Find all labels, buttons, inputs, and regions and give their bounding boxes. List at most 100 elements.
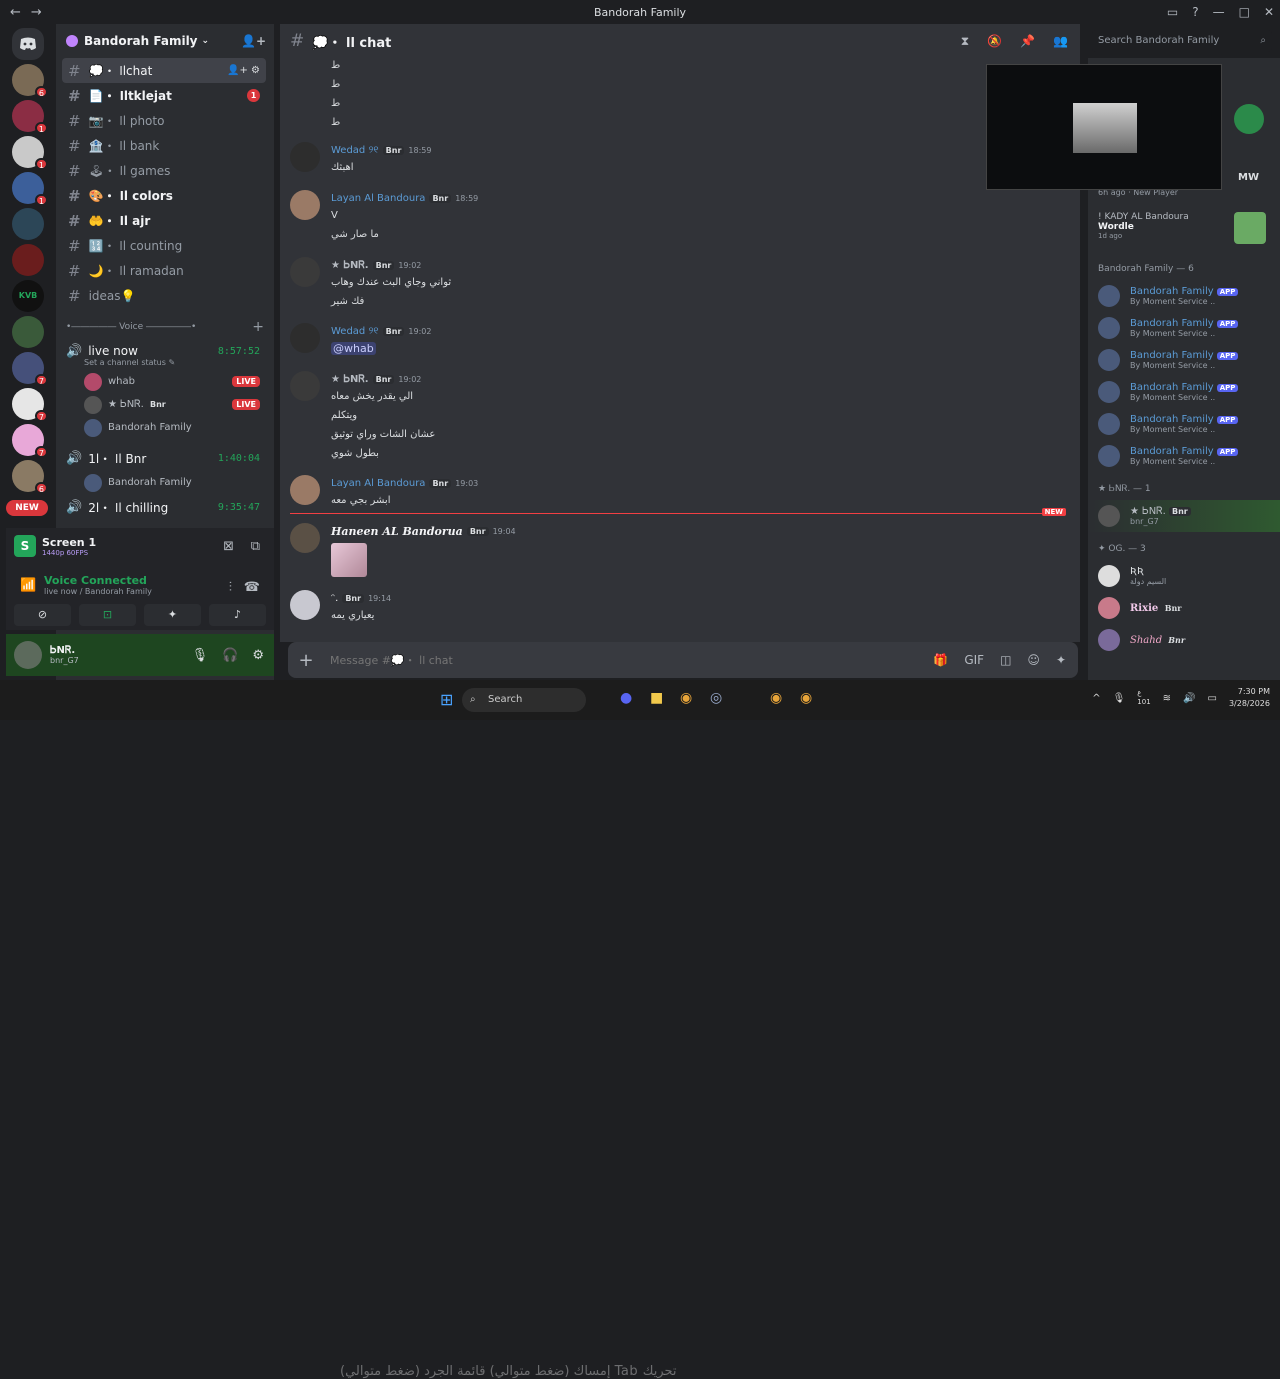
wifi-icon[interactable]: ≋ — [1163, 693, 1171, 704]
stream-pip-preview[interactable] — [986, 64, 1222, 190]
avatar[interactable] — [14, 641, 42, 669]
member-item[interactable]: Rixie Bnr — [1088, 592, 1280, 624]
member-item[interactable]: Bandorah Family APP By Moment Service .. — [1088, 376, 1280, 408]
noise-suppression-icon[interactable]: ⫶ — [229, 580, 232, 595]
taskbar-search[interactable]: ⌕ Search — [462, 688, 586, 712]
popout-icon[interactable]: ⧉ — [251, 539, 260, 554]
headphones-icon[interactable]: 🎧 — [222, 648, 238, 663]
server-header[interactable]: Bandorah Family ⌄ 👤+ — [56, 24, 274, 58]
server-icon[interactable]: 6 — [12, 64, 48, 98]
server-icon[interactable]: 1 — [12, 136, 48, 170]
avatar[interactable] — [290, 475, 320, 505]
gift-icon[interactable]: 🎁 — [933, 653, 948, 667]
member-item[interactable]: Bandorah Family APP By Moment Service .. — [1088, 312, 1280, 344]
server-icon[interactable]: KVB — [12, 280, 44, 312]
member-list-icon[interactable]: 👥 — [1053, 34, 1068, 49]
member-item[interactable]: Bandorah Family APP By Moment Service .. — [1088, 344, 1280, 376]
clock[interactable]: 7:30 PM 3/28/2026 — [1229, 686, 1270, 710]
attach-plus-icon[interactable]: + — [288, 650, 324, 671]
back-arrow-icon[interactable]: ← — [10, 5, 21, 20]
avatar[interactable] — [290, 142, 320, 172]
channel-ramadan[interactable]: # 🌙・ اl ramadan — [62, 258, 266, 283]
member-item[interactable]: ƦƦ السيم دولة — [1088, 560, 1280, 592]
forward-arrow-icon[interactable]: → — [31, 5, 42, 20]
image-attachment[interactable] — [331, 543, 367, 577]
server-icon[interactable] — [12, 208, 44, 240]
notifications-icon[interactable]: 🔕 — [987, 34, 1002, 49]
avatar[interactable] — [290, 590, 320, 620]
windows-start-icon[interactable]: ⊞ — [440, 690, 453, 709]
voice-user[interactable]: whab LIVE — [84, 370, 274, 393]
server-icon[interactable]: 1 — [12, 100, 48, 134]
threads-icon[interactable]: ⧗ — [961, 34, 969, 49]
voice-channel-bnr[interactable]: 🔊 1l・ اl Bnr 1:40:04 — [62, 445, 266, 471]
channel-counting[interactable]: # 🔢・ اl counting — [62, 233, 266, 258]
microphone-icon[interactable]: 🎙 — [192, 648, 209, 663]
avatar[interactable] — [290, 257, 320, 287]
channel-photo[interactable]: # 📷・ اl photo — [62, 108, 266, 133]
channel-settings-icon[interactable]: 👤+ ⚙ — [227, 65, 260, 76]
server-icon[interactable]: 7 — [12, 352, 48, 386]
member-item[interactable]: Bandorah Family APP By Moment Service .. — [1088, 408, 1280, 440]
chrome-icon[interactable]: ◉ — [770, 690, 782, 706]
message-input[interactable] — [330, 653, 890, 667]
voice-user[interactable]: ★ ᏏNᏒ. Bnr LIVE — [84, 393, 274, 416]
channel-ajr[interactable]: # 🤲・ اl ajr — [62, 208, 266, 233]
activity-card[interactable]: ! KADY AL Bandoura Wordle 1d ago — [1088, 212, 1280, 252]
share-screen-button[interactable]: ⊡ — [79, 604, 136, 626]
soundboard-button[interactable]: ♪ — [209, 604, 266, 626]
volume-icon[interactable]: 🔊 — [1183, 693, 1195, 704]
channel-tklejat[interactable]: # 📄・ اltklejat 1 — [62, 83, 266, 108]
discord-home-button[interactable] — [12, 28, 44, 60]
app-logo-icon[interactable]: MW — [1238, 172, 1259, 183]
voice-user[interactable]: Bandorah Family — [84, 471, 274, 494]
member-item[interactable]: ★ ᏏNᏒ. Bnr bnr_G7 — [1088, 500, 1280, 532]
microphone-icon[interactable]: 🎙 — [1113, 693, 1126, 704]
emoji-icon[interactable]: ☺ — [1027, 653, 1040, 667]
channel-ideas[interactable]: # ideas💡 — [62, 283, 266, 308]
chrome-icon[interactable]: ◉ — [800, 690, 812, 706]
avatar[interactable] — [290, 323, 320, 353]
stop-stream-icon[interactable]: ⊠ — [223, 539, 234, 554]
member-item[interactable]: Bandorah Family APP By Moment Service .. — [1088, 440, 1280, 472]
server-icon[interactable] — [12, 316, 44, 348]
voice-channel-live-now[interactable]: 🔊 live now 8:57:52 — [62, 338, 266, 364]
disconnect-icon[interactable]: ☎ — [244, 580, 260, 595]
member-item[interactable]: Bandorah Family APP By Moment Service .. — [1088, 280, 1280, 312]
voice-category[interactable]: •――――― Voice ―――――• + — [56, 316, 274, 338]
minimize-button[interactable]: — — [1213, 5, 1225, 19]
maximize-button[interactable]: □ — [1239, 5, 1250, 19]
server-icon[interactable]: 7 — [12, 424, 48, 458]
add-channel-icon[interactable]: + — [252, 319, 264, 335]
user-mention[interactable]: @whab — [331, 342, 376, 355]
server-icon[interactable]: 1 — [12, 172, 48, 206]
server-icon[interactable]: 6 — [12, 460, 48, 494]
discord-taskbar-icon[interactable]: ● — [620, 690, 632, 706]
chrome-icon[interactable]: ◉ — [680, 690, 692, 706]
chevron-up-icon[interactable]: ^ — [1092, 693, 1100, 704]
new-unreads-pill[interactable]: NEW — [6, 500, 48, 516]
language-indicator[interactable]: ع 101 — [1137, 689, 1150, 707]
folder-icon[interactable]: ■ — [650, 690, 663, 706]
help-icon[interactable]: ? — [1192, 5, 1198, 19]
voice-channel-chilling[interactable]: 🔊 2l・ اl chilling 9:35:47 — [62, 494, 266, 520]
camera-button[interactable]: ⊘ — [14, 604, 71, 626]
server-icon[interactable] — [12, 244, 44, 276]
avatar[interactable] — [290, 190, 320, 220]
member-item[interactable]: Shahd Bnr — [1088, 624, 1280, 656]
avatar[interactable] — [290, 371, 320, 401]
add-member-icon[interactable]: 👤+ — [241, 34, 266, 48]
channel-games[interactable]: # 🕹・ اl games — [62, 158, 266, 183]
gif-icon[interactable]: GIF — [964, 653, 984, 667]
screen-share-panel[interactable]: S Screen 1 1440p 60FPS ⊠ ⧉ — [6, 528, 274, 564]
inbox-icon[interactable]: ▭ — [1167, 5, 1178, 19]
channel-chat[interactable]: # 💭・ اlchat 👤+ ⚙ — [62, 58, 266, 83]
apps-icon[interactable]: ✦ — [1056, 653, 1066, 667]
app-icon[interactable] — [1234, 104, 1264, 134]
battery-icon[interactable]: ▭ — [1208, 693, 1217, 704]
pin-icon[interactable]: 📌 — [1020, 34, 1035, 49]
close-button[interactable]: ✕ — [1264, 5, 1274, 19]
gear-icon[interactable]: ⚙ — [252, 648, 264, 663]
sticker-icon[interactable]: ◫ — [1000, 653, 1011, 667]
server-icon[interactable]: 7 — [12, 388, 48, 422]
